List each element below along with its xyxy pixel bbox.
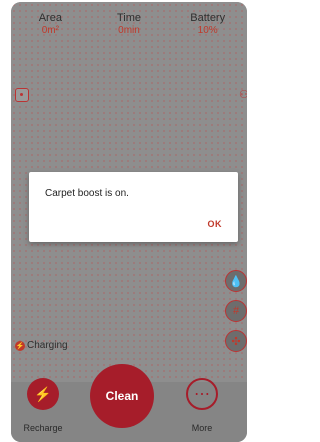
dialog-ok-button[interactable]: OK	[208, 219, 223, 229]
carpet-boost-dialog: Carpet boost is on. OK	[29, 172, 238, 242]
dialog-message: Carpet boost is on.	[45, 188, 129, 199]
